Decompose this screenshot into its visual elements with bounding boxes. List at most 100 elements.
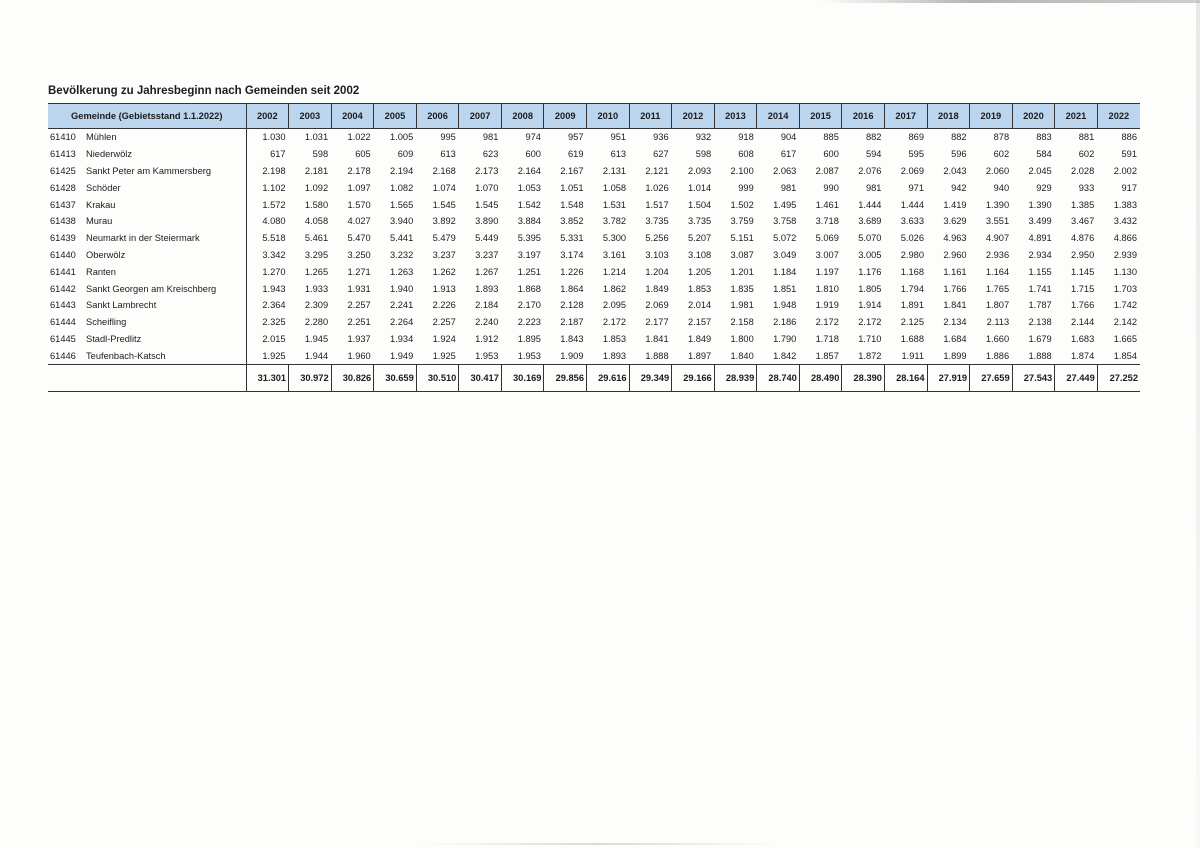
population-value: 2.950 [1071,249,1095,260]
population-value: 1.924 [432,333,456,344]
population-value: 595 [908,149,925,160]
total-value: 29.349 [628,364,672,393]
population-value: 609 [397,149,414,160]
population-value: 918 [738,132,754,143]
population-value: 1.390 [1028,199,1052,210]
total-value: 30.169 [500,364,544,393]
population-table: Gemeinde (Gebietsstand 1.1.2022) 2002 200… [48,103,1140,393]
population-value: 3.005 [858,249,882,260]
column-header-year: 2006 [415,103,459,129]
population-value: 1.184 [773,266,797,277]
population-value: 1.263 [390,266,414,277]
population-value: 1.495 [773,199,797,210]
population-value: 1.794 [900,283,925,294]
population-value: 1.565 [390,199,414,210]
population-value: 1.204 [645,266,669,277]
total-value: 28.390 [841,364,885,393]
population-value: 1.925 [246,347,289,366]
population-value: 1.849 [687,333,712,344]
population-value: 2.158 [730,317,754,328]
population-value: 1.853 [687,283,712,294]
population-value: 1.461 [815,199,839,210]
column-header-year: 2017 [883,103,928,129]
population-value: 598 [312,149,329,160]
municipality-code: 61428 [50,182,76,193]
table-row: 61413 Niederwölz 617 598 605 609 613 623 600 619 6… [48,145,1140,163]
column-header-gemeinde: Gemeinde (Gebietsstand 1.1.2022) [48,103,247,129]
population-value: 981 [482,132,499,143]
total-value: 27.919 [926,364,970,393]
municipality-code: 61439 [50,233,76,244]
municipality-code: 61444 [50,317,76,328]
population-value: 4.058 [304,216,329,227]
population-value: 1.810 [815,283,839,294]
population-value: 1.766 [1071,300,1095,311]
population-value: 1.909 [543,347,587,366]
municipality-name: Oberwölz [84,246,247,264]
totals-label-cell [48,364,247,393]
population-value: 5.069 [815,233,839,244]
population-value: 2.325 [262,317,286,328]
population-value: 1.842 [756,347,800,366]
municipality-name: Krakau [84,196,247,213]
total-value: 30.826 [330,364,374,393]
total-value: 29.856 [543,364,587,393]
table-row: 61446 Teufenbach-Katsch 1.925 1.944 1.960 1.9… [48,347,1140,366]
population-value: 1.201 [730,266,754,277]
population-value: 5.070 [858,233,882,244]
column-header-year: 2008 [500,103,544,129]
document-title: Bevölkerung zu Jahresbeginn nach Gemeind… [48,85,360,97]
population-value: 2.364 [262,300,286,311]
population-value: 1.051 [560,182,584,193]
population-value: 1.176 [858,266,882,277]
table-row: 61442 Sankt Georgen am Kreischberg 1.943 1.… [48,280,1140,297]
population-value: 2.142 [1113,317,1137,328]
population-value: 1.742 [1113,300,1137,311]
population-value: 2.144 [1071,317,1095,328]
population-value: 1.857 [799,347,842,366]
population-value: 1.841 [645,333,669,344]
population-value: 1.715 [1071,283,1095,294]
totals-row: 31.301 30.972 30.826 30.659 30.510 30.417 30.1… [48,364,1140,393]
population-value: 1.893 [586,347,630,366]
population-value: 1.893 [475,283,499,294]
population-value: 4.963 [943,233,967,244]
population-value: 3.232 [390,249,414,260]
population-value: 1.953 [458,347,502,366]
population-value: 5.470 [347,233,371,244]
population-value: 608 [738,149,754,160]
population-value: 1.542 [517,199,541,210]
population-value: 1.888 [629,347,672,366]
population-value: 5.331 [560,233,584,244]
scan-edge-top [820,0,1200,3]
population-value: 1.703 [1113,283,1137,294]
population-value: 1.684 [943,333,967,344]
population-value: 605 [355,149,371,160]
population-value: 940 [993,182,1010,193]
population-value: 1.895 [517,333,541,344]
population-value: 2.177 [645,317,669,328]
population-value: 869 [908,132,925,143]
total-value: 28.939 [713,364,757,393]
municipality-code: 61437 [50,199,76,210]
column-header-year: 2021 [1054,103,1098,129]
population-value: 5.026 [900,233,925,244]
population-value: 2.168 [432,165,456,176]
population-value: 1.953 [501,347,544,366]
total-value: 29.616 [586,364,630,393]
population-value: 1.937 [347,333,371,344]
population-value: 2.095 [602,300,627,311]
population-value: 1.130 [1113,266,1137,277]
population-value: 1.851 [773,283,797,294]
population-value: 1.155 [1028,266,1052,277]
population-value: 3.250 [347,249,371,260]
population-value: 3.759 [730,216,754,227]
population-value: 1.262 [432,266,456,277]
population-value: 594 [865,149,882,160]
population-value: 883 [1036,132,1052,143]
population-value: 1.531 [602,199,627,210]
population-value: 3.161 [602,249,627,260]
population-value: 1.517 [645,199,669,210]
population-value: 2.257 [432,317,456,328]
population-value: 1.766 [943,283,967,294]
